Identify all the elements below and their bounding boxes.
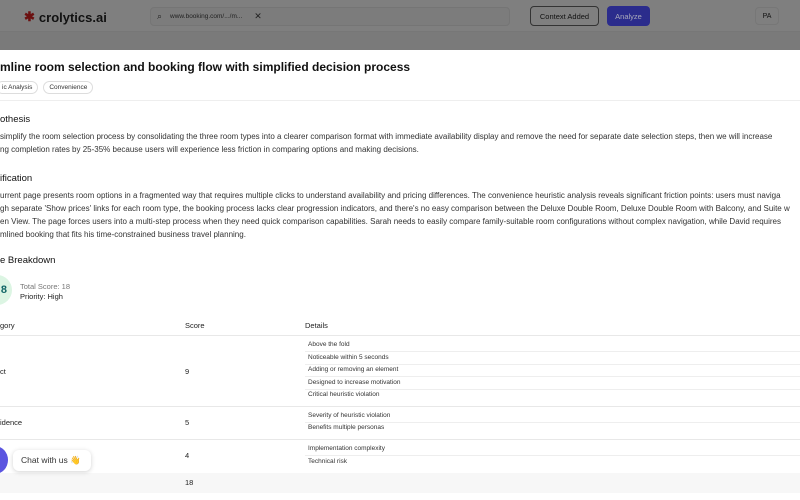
top-nav: ✱ crolytics.ai ⌕ www.booking.com/.../m...…	[0, 0, 800, 32]
column-header-score: Score	[185, 321, 205, 330]
total-score: Total Score: 18	[20, 282, 71, 291]
score-badge: 8	[0, 275, 12, 305]
search-icon: ⌕	[157, 11, 163, 21]
row-score: 9	[185, 367, 190, 376]
avatar[interactable]: PA	[755, 7, 779, 25]
hypothesis-text: simplify the room selection process by c…	[0, 130, 772, 156]
analyze-button[interactable]: Analyze	[607, 6, 650, 26]
total-row: 18	[0, 473, 800, 493]
hypothesis-heading: othesis	[0, 114, 31, 125]
row-category: idence	[0, 418, 23, 427]
detail-item: Severity of heuristic violation	[305, 410, 800, 423]
text-line: mlined booking that fits his time-constr…	[0, 230, 246, 239]
detail-item: Technical risk	[308, 458, 348, 465]
row-category: ct	[0, 367, 6, 376]
text-line: gh separate 'Show prices' links for each…	[0, 204, 790, 213]
row-score: 4	[185, 451, 190, 460]
text-line: en View. The page forces users into a mu…	[0, 217, 781, 226]
detail-item: Adding or removing an element	[305, 364, 800, 377]
tag: Convenience	[43, 81, 94, 94]
context-added-button[interactable]: Context Added	[530, 6, 599, 26]
row-score: 5	[185, 418, 190, 427]
clear-icon[interactable]: ✕	[254, 11, 262, 22]
search-value: www.booking.com/.../m...	[170, 13, 243, 20]
detail-item: Noticeable within 5 seconds	[305, 352, 800, 365]
justification-heading: ification	[0, 173, 33, 184]
divider	[0, 439, 800, 440]
detail-item: Benefits multiple personas	[308, 424, 385, 431]
tag-list: ic Analysis Convenience	[0, 81, 94, 94]
detail-item: Implementation complexity	[305, 443, 800, 456]
detail-item: Above the fold	[305, 339, 800, 352]
detail-item: Critical heuristic violation	[308, 391, 380, 398]
chat-with-us-button[interactable]: Chat with us 👋	[13, 450, 91, 471]
column-header-details: Details	[305, 321, 328, 330]
logo-text: crolytics.ai	[38, 9, 107, 25]
priority: Priority: High	[20, 292, 63, 301]
text-line: ng completion rates by 25-35% because us…	[0, 145, 419, 154]
total-score-value: 18	[185, 478, 194, 487]
logo-icon: ✱	[24, 9, 35, 24]
detail-item: Designed to increase motivation	[305, 377, 800, 390]
text-line: simplify the room selection process by c…	[0, 132, 773, 141]
column-header-category: gory	[0, 321, 15, 330]
overlay-band	[0, 32, 800, 50]
url-search-input[interactable]: ⌕ www.booking.com/.../m... ✕	[150, 7, 510, 26]
divider	[0, 406, 800, 407]
chat-launcher-button[interactable]	[0, 446, 8, 474]
page-title: mline room selection and booking flow wi…	[0, 60, 411, 74]
logo[interactable]: ✱ crolytics.ai	[24, 9, 107, 25]
divider	[0, 100, 800, 101]
tag: ic Analysis	[0, 81, 39, 94]
justification-text: urrent page presents room options in a f…	[0, 189, 790, 241]
breakdown-heading: e Breakdown	[0, 255, 56, 266]
text-line: urrent page presents room options in a f…	[0, 191, 781, 200]
divider	[0, 335, 800, 336]
